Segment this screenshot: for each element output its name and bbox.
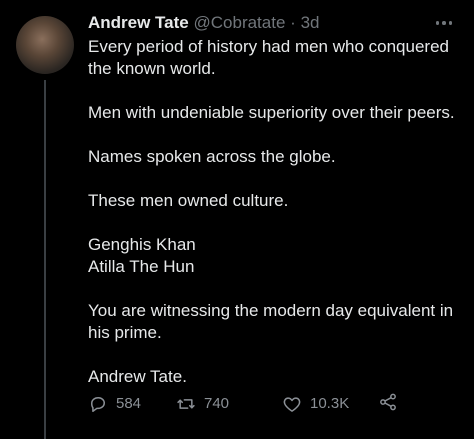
reply-icon [91,397,105,412]
tweet-paragraph: Genghis Khan Atilla The Hun [88,235,196,276]
share-button[interactable] [378,392,398,412]
tweet[interactable]: Andrew Tate @Cobratate · 3d Every period… [0,0,474,439]
tweet-paragraph: You are witnessing the modern day equiva… [88,301,454,342]
author-handle[interactable]: @Cobratate [194,13,286,32]
heart-icon [283,397,301,412]
separator-dot: · [290,13,296,32]
thread-line [44,80,46,439]
retweet-button[interactable]: 740 [176,392,229,416]
author-name[interactable]: Andrew Tate [88,13,189,32]
like-button[interactable]: 10.3K [282,392,349,416]
tweet-paragraph: These men owned culture. [88,191,289,210]
like-count: 10.3K [310,395,350,412]
more-icon [435,21,440,25]
reply-button[interactable]: 584 [88,392,141,416]
tweet-paragraph: Andrew Tate. [88,367,187,386]
tweet-time[interactable]: 3d [301,13,320,32]
tweet-header: Andrew Tate @Cobratate · 3d [88,12,319,34]
retweet-icon [177,399,195,409]
tweet-paragraph: Men with undeniable superiority over the… [88,103,455,122]
tweet-paragraph: Names spoken across the globe. [88,147,336,166]
share-icon [380,393,396,411]
reply-count: 584 [116,395,142,412]
avatar[interactable] [16,16,74,74]
more-options-button[interactable] [432,14,456,32]
tweet-actions: 584 740 10.3K [88,392,418,416]
tweet-paragraph: Every period of history had men who conq… [88,37,449,78]
tweet-text: Every period of history had men who conq… [88,36,458,388]
retweet-count: 740 [204,395,230,412]
